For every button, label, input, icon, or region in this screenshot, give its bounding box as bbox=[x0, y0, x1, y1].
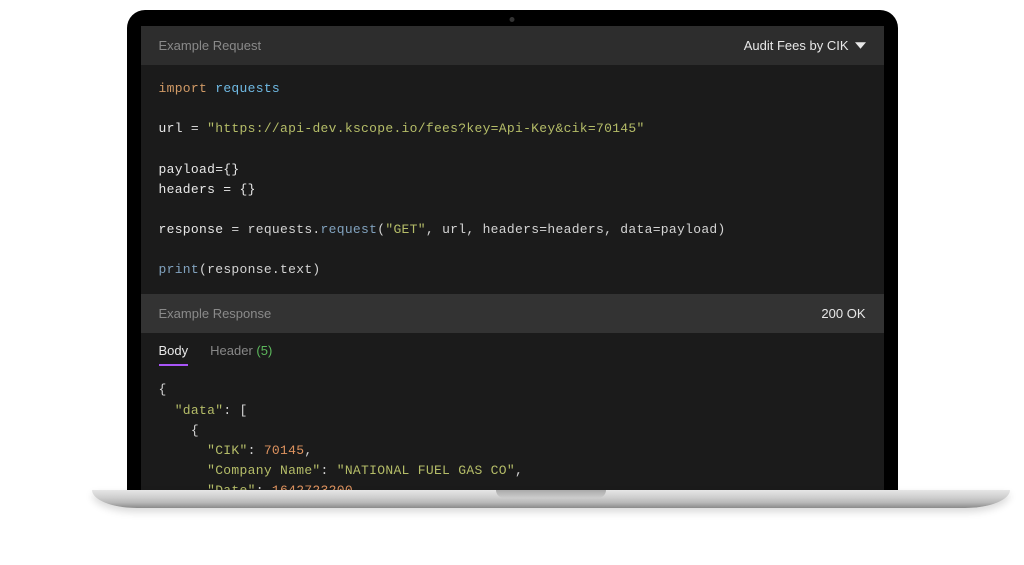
json-colon: : bbox=[321, 463, 337, 478]
json-comma: , bbox=[515, 463, 523, 478]
code-punct: , url, headers=headers, data=payload) bbox=[426, 222, 726, 237]
json-key: "CIK" bbox=[207, 443, 248, 458]
json-key: "data" bbox=[175, 403, 224, 418]
json-key: "Date" bbox=[207, 483, 256, 490]
chevron-down-icon bbox=[855, 40, 866, 51]
laptop-camera bbox=[510, 17, 515, 22]
json-comma: , bbox=[304, 443, 312, 458]
code-function: request bbox=[321, 222, 378, 237]
tab-body[interactable]: Body bbox=[159, 343, 189, 366]
code-string: "GET" bbox=[385, 222, 426, 237]
laptop-base bbox=[92, 490, 1010, 508]
json-brace: { bbox=[191, 423, 199, 438]
code-punct: = bbox=[183, 121, 207, 136]
laptop-bezel: Example Request Audit Fees by CIK import… bbox=[127, 10, 898, 490]
tab-body-label: Body bbox=[159, 343, 189, 358]
screen-content: Example Request Audit Fees by CIK import… bbox=[141, 26, 884, 490]
json-comma: , bbox=[353, 483, 361, 490]
response-header-bar: Example Response 200 OK bbox=[141, 294, 884, 333]
json-colon: : bbox=[256, 483, 272, 490]
json-number: 70145 bbox=[264, 443, 305, 458]
json-string: "NATIONAL FUEL GAS CO" bbox=[337, 463, 515, 478]
request-code-block: import requests url = "https://api-dev.k… bbox=[141, 65, 884, 294]
json-colon: : bbox=[248, 443, 264, 458]
tab-header-label: Header bbox=[210, 343, 253, 358]
request-header-label: Example Request bbox=[159, 38, 262, 53]
json-punct: : [ bbox=[223, 403, 247, 418]
tab-header-count: (5) bbox=[256, 343, 272, 358]
response-tabs: Body Header (5) bbox=[141, 333, 884, 366]
code-var: url bbox=[159, 121, 183, 136]
code-var: response bbox=[159, 222, 224, 237]
json-key: "Company Name" bbox=[207, 463, 320, 478]
response-header-label: Example Response bbox=[159, 306, 272, 321]
code-line: headers = {} bbox=[159, 182, 256, 197]
code-function: print bbox=[159, 262, 200, 277]
json-number: 1642723200 bbox=[272, 483, 353, 490]
example-selector-dropdown[interactable]: Audit Fees by CIK bbox=[744, 38, 866, 53]
code-module: requests bbox=[215, 81, 280, 96]
request-header-bar: Example Request Audit Fees by CIK bbox=[141, 26, 884, 65]
dropdown-label: Audit Fees by CIK bbox=[744, 38, 849, 53]
status-code: 200 OK bbox=[821, 306, 865, 321]
code-punct: (response.text) bbox=[199, 262, 321, 277]
json-brace: { bbox=[159, 382, 167, 397]
code-punct: = requests. bbox=[223, 222, 320, 237]
tab-header[interactable]: Header (5) bbox=[210, 343, 272, 366]
response-code-block: { "data": [ { "CIK": 70145, "Company Nam… bbox=[141, 366, 884, 490]
code-keyword: import bbox=[159, 81, 208, 96]
code-line: payload={} bbox=[159, 162, 240, 177]
code-string: "https://api-dev.kscope.io/fees?key=Api-… bbox=[207, 121, 644, 136]
laptop-mockup: Example Request Audit Fees by CIK import… bbox=[92, 10, 932, 535]
